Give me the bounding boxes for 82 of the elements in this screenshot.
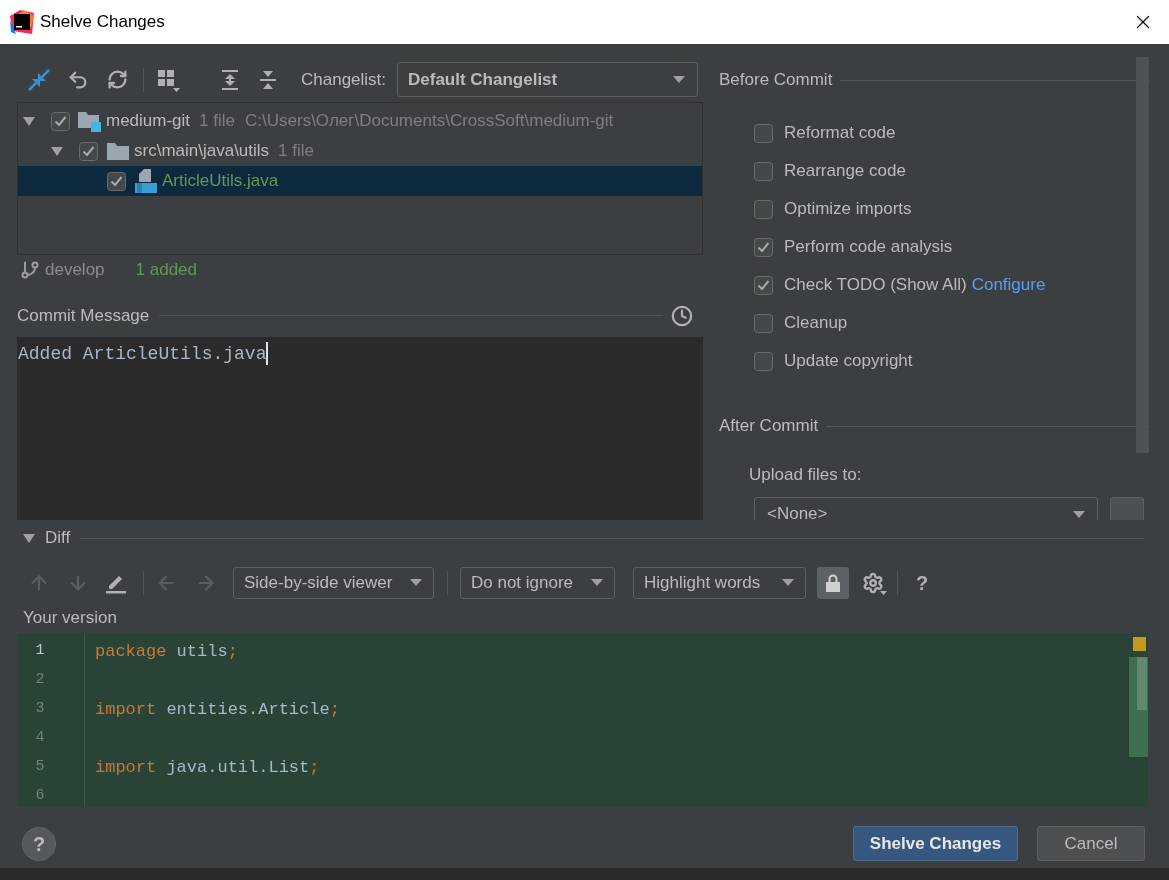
- history-icon[interactable]: [671, 304, 693, 327]
- node-name: src\main\java\utils: [134, 140, 270, 163]
- grid-icon[interactable]: [156, 67, 180, 92]
- app-logo-icon: [10, 10, 34, 34]
- section-title: Diff: [45, 527, 71, 550]
- section-title: After Commit: [719, 415, 819, 438]
- triangle-icon[interactable]: [22, 114, 36, 128]
- collapse-all-icon[interactable]: [257, 68, 279, 91]
- commit-message-field[interactable]: Added ArticleUtils.java: [17, 337, 703, 520]
- option-label: Cleanup: [784, 312, 848, 335]
- version-label: Your version: [23, 606, 117, 629]
- node-name: ArticleUtils.java: [162, 170, 279, 193]
- converging-arrows-icon[interactable]: [27, 67, 51, 92]
- code-line: import entities.Article;: [95, 698, 340, 721]
- code-line: import java.util.List;: [95, 756, 320, 779]
- option-label: Check TODO (Show All): [784, 274, 967, 297]
- window-title: Shelve Changes: [40, 11, 165, 34]
- branch-name: develop: [45, 259, 105, 282]
- ignore-dropdown[interactable]: Do not ignore: [460, 566, 615, 599]
- viewer-dropdown[interactable]: Side-by-side viewer: [233, 566, 434, 599]
- checkbox[interactable]: [754, 123, 773, 143]
- expand-all-icon[interactable]: [219, 68, 241, 91]
- tree-row[interactable]: src\main\java\utils 1 file: [18, 136, 702, 166]
- changelist-dropdown[interactable]: Default Changelist: [397, 62, 698, 97]
- line-number: 2: [34, 670, 46, 691]
- lock-button[interactable]: [817, 566, 849, 599]
- gear-icon[interactable]: [862, 571, 884, 594]
- caret-icon: [410, 579, 422, 586]
- triangle-icon[interactable]: [50, 144, 64, 158]
- folder-icon: [78, 110, 101, 132]
- checkbox[interactable]: [754, 351, 773, 371]
- change-marker-icon: [1133, 637, 1146, 651]
- upload-label: Upload files to:: [749, 464, 862, 487]
- refresh-icon[interactable]: [106, 69, 128, 90]
- checkbox[interactable]: [754, 313, 773, 333]
- line-number: 3: [34, 699, 46, 720]
- highlight-dropdown[interactable]: Highlight words: [633, 566, 806, 599]
- code-line: package utils;: [95, 640, 238, 663]
- checkbox[interactable]: [754, 199, 773, 219]
- node-name: medium-git: [106, 110, 191, 133]
- checkbox[interactable]: [754, 237, 773, 257]
- checkbox[interactable]: [51, 111, 70, 131]
- option-label: Optimize imports: [784, 198, 912, 221]
- configure-link[interactable]: Configure: [971, 272, 1046, 298]
- file-count: 1 file: [199, 110, 235, 133]
- node-path: C:\Users\Олег\Documents\CrossSoft\medium-git: [245, 110, 614, 133]
- option-label: Rearrange code: [784, 160, 906, 183]
- checkbox[interactable]: [107, 171, 126, 191]
- help-button[interactable]: ?: [22, 826, 56, 861]
- triangle-icon[interactable]: [22, 531, 36, 545]
- tree-row[interactable]: medium-git 1 file C:\Users\Олег\Documents\CrossSoft\medium-git: [18, 106, 702, 136]
- file-icon: [134, 169, 157, 193]
- folder-icon: [106, 142, 129, 160]
- caret-icon: [782, 579, 794, 586]
- changes-summary: 1 added: [135, 259, 197, 282]
- caret-icon: [1073, 510, 1085, 518]
- caret-icon: [591, 579, 603, 586]
- tree-row[interactable]: ArticleUtils.java: [18, 166, 702, 196]
- text-cursor: [266, 342, 269, 365]
- line-number: 4: [34, 728, 46, 749]
- section-title: Commit Message: [17, 304, 150, 327]
- section-title: Before Commit: [719, 69, 833, 92]
- shelve-button[interactable]: Shelve Changes: [853, 826, 1018, 861]
- option-label: Perform code analysis: [784, 236, 953, 259]
- line-number: 6: [34, 786, 46, 807]
- caret-icon: [880, 590, 887, 595]
- scrollbar[interactable]: [1129, 657, 1148, 757]
- lock-icon: [826, 573, 840, 592]
- checkbox[interactable]: [754, 161, 773, 181]
- option-label: Update copyright: [784, 350, 913, 373]
- line-number: 1: [34, 641, 46, 662]
- caret-icon: [673, 76, 685, 83]
- checkbox[interactable]: [754, 275, 773, 295]
- option-label: Reformat code: [784, 122, 896, 145]
- line-number: 5: [34, 757, 46, 778]
- file-count: 1 file: [278, 140, 315, 163]
- upload-target-dropdown[interactable]: <None>: [754, 497, 1098, 520]
- help-button[interactable]: ?: [908, 568, 936, 597]
- changelist-label: Changelist:: [301, 68, 387, 91]
- branch-icon: [20, 260, 40, 280]
- cancel-button[interactable]: Cancel: [1037, 826, 1145, 861]
- checkbox[interactable]: [79, 141, 98, 161]
